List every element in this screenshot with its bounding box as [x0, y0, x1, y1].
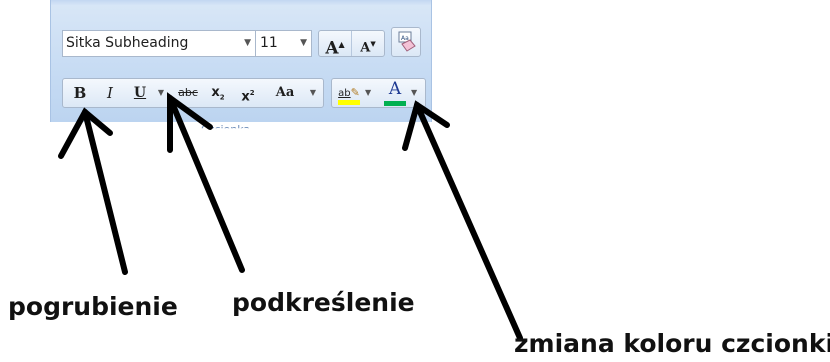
bold-arrow: [82, 109, 128, 275]
font-color-arrow: [414, 102, 523, 341]
caption-bold: pogrubienie: [8, 292, 178, 321]
caption-font-color: zmiana koloru czcionki: [514, 329, 830, 358]
caption-underline: podkreślenie: [232, 288, 415, 317]
